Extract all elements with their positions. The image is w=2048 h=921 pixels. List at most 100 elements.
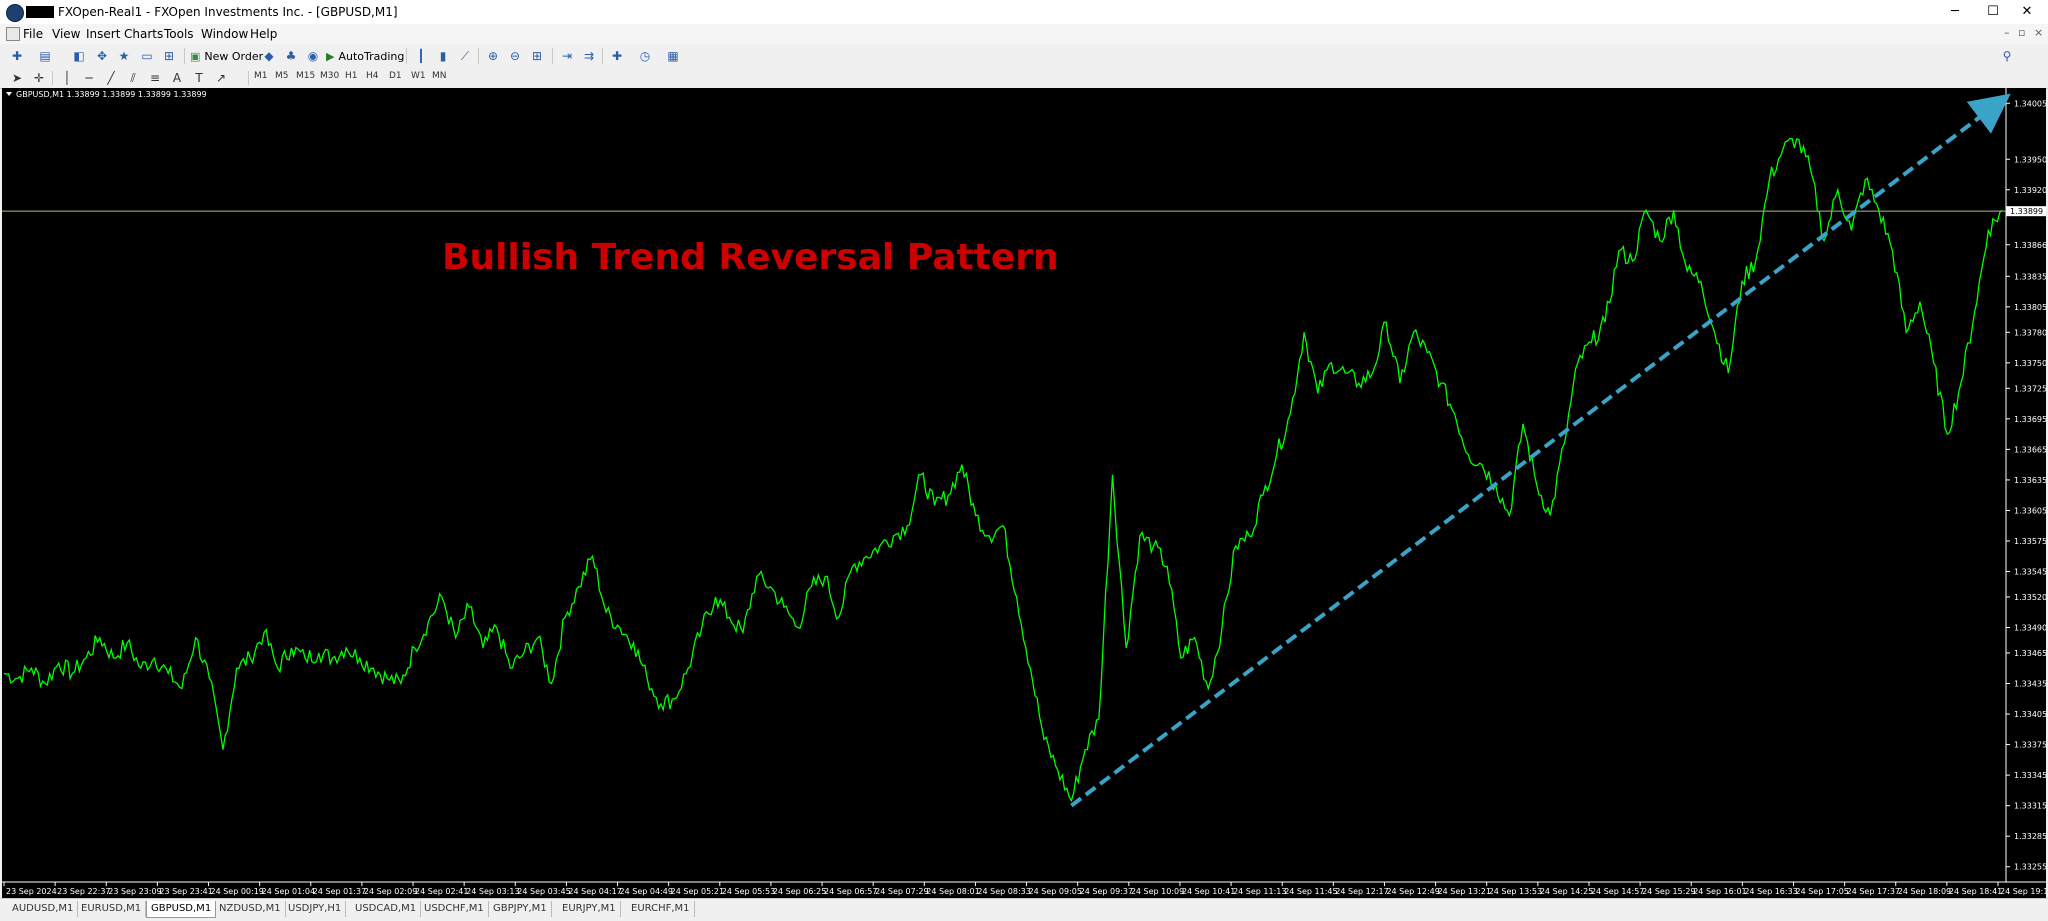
templates-icon[interactable]: ▦ — [664, 47, 682, 65]
x-tick-label: 24 Sep 14:57 — [1591, 887, 1644, 896]
menu-tools[interactable]: Tools — [164, 27, 194, 41]
chart-tab[interactable]: AUDUSD,M1 — [8, 901, 79, 917]
x-tick-label: 24 Sep 17:37 — [1847, 887, 1900, 896]
y-tick-label: 1.33490 — [2014, 624, 2046, 633]
timeframe-h1[interactable]: H1 — [345, 71, 358, 81]
mdi-restore-button[interactable]: ▫ — [2018, 26, 2025, 39]
autotrading-button[interactable]: ▶ AutoTrading — [326, 47, 404, 65]
x-tick-label: 24 Sep 10:41 — [1182, 887, 1235, 896]
new-order-button[interactable]: ▣ New Order — [190, 47, 263, 65]
text-label-icon[interactable]: T — [190, 69, 208, 87]
chart-tab[interactable]: EURCHF,M1 — [627, 901, 695, 917]
text-icon[interactable]: A — [168, 69, 186, 87]
x-tick-label: 24 Sep 08:33 — [977, 887, 1030, 896]
y-tick-label: 1.33345 — [2014, 771, 2046, 780]
mdi-close-button[interactable]: × — [2034, 26, 2043, 39]
menu-help[interactable]: Help — [250, 27, 277, 41]
crosshair-icon[interactable]: ✛ — [30, 69, 48, 87]
line-chart-icon[interactable]: ⟋ — [456, 47, 474, 65]
y-tick-label: 1.33285 — [2014, 832, 2046, 841]
metaeditor-icon[interactable]: ◆ — [260, 47, 278, 65]
terminal-icon[interactable]: ▭ — [138, 47, 156, 65]
market-icon[interactable]: ◉ — [304, 47, 322, 65]
app-icon — [6, 4, 24, 22]
bar-chart-icon[interactable]: ┃ — [412, 47, 430, 65]
timeframe-m1[interactable]: M1 — [254, 71, 268, 81]
chart-window-icon[interactable] — [6, 27, 20, 41]
close-button[interactable]: ✕ — [2004, 0, 2048, 24]
data-window-icon[interactable]: ✥ — [93, 47, 111, 65]
mdi-minimize-button[interactable]: – — [2004, 26, 2010, 39]
zoom-in-icon[interactable]: ⊕ — [484, 47, 502, 65]
chart-tab[interactable]: USDJPY,H1 — [284, 901, 347, 917]
x-tick-label: 24 Sep 00:19 — [211, 887, 264, 896]
new-chart-icon[interactable]: ✚ — [8, 47, 26, 65]
trendline-icon[interactable]: ╱ — [102, 69, 120, 87]
indicators-icon[interactable]: ✚ — [608, 47, 626, 65]
autotrading-label: AutoTrading — [338, 49, 405, 63]
signals-icon[interactable]: ♣ — [282, 47, 300, 65]
timeframe-h4[interactable]: H4 — [366, 71, 379, 81]
periods-icon[interactable]: ◷ — [636, 47, 654, 65]
chart-tab[interactable]: NZDUSD,M1 — [215, 901, 286, 917]
x-tick-label: 24 Sep 09:05 — [1029, 887, 1082, 896]
standard-toolbar: ✚ ▤ ◧ ✥ ★ ▭ ⊞ ▣ New Order ◆ ♣ ◉ ▶ AutoTr… — [0, 44, 2048, 107]
x-tick-label: 24 Sep 09:37 — [1080, 887, 1133, 896]
menu-charts[interactable]: Charts — [124, 27, 163, 41]
strategy-tester-icon[interactable]: ⊞ — [160, 47, 178, 65]
timeframe-d1[interactable]: D1 — [389, 71, 402, 81]
arrows-icon[interactable]: ↗ — [212, 69, 230, 87]
channel-icon[interactable]: ⫽ — [124, 69, 142, 87]
candlestick-icon[interactable]: ▮ — [434, 47, 452, 65]
search-icon[interactable]: ⚲ — [1998, 47, 2016, 65]
tile-windows-icon[interactable]: ⊞ — [528, 47, 546, 65]
zoom-out-icon[interactable]: ⊖ — [506, 47, 524, 65]
chart-shift-icon[interactable]: ⇥ — [558, 47, 576, 65]
menu-insert[interactable]: Insert — [86, 27, 120, 41]
chart-tab[interactable]: EURUSD,M1 — [77, 901, 147, 917]
x-tick-label: 23 Sep 23:09 — [108, 887, 161, 896]
new-order-icon: ▣ — [190, 49, 201, 63]
x-tick-label: 24 Sep 04:17 — [568, 887, 621, 896]
x-tick-label: 24 Sep 04:49 — [620, 887, 673, 896]
current-price-label: 1.33899 — [2010, 207, 2043, 216]
price-chart[interactable]: GBPUSD,M1 1.33899 1.33899 1.33899 1.3389… — [2, 88, 2048, 898]
cursor-icon[interactable]: ➤ — [8, 69, 26, 87]
y-tick-label: 1.33255 — [2014, 863, 2046, 872]
timeframe-w1[interactable]: W1 — [411, 71, 426, 81]
auto-scroll-icon[interactable]: ⇉ — [580, 47, 598, 65]
x-tick-label: 24 Sep 10:09 — [1131, 887, 1184, 896]
x-tick-label: 24 Sep 03:45 — [517, 887, 570, 896]
menu-view[interactable]: View — [52, 27, 80, 41]
x-tick-label: 24 Sep 16:01 — [1693, 887, 1746, 896]
y-tick-label: 1.33405 — [2014, 710, 2046, 719]
chart-window[interactable]: GBPUSD,M1 1.33899 1.33899 1.33899 1.3389… — [2, 88, 2048, 898]
x-tick-label: 24 Sep 18:41 — [1949, 887, 2002, 896]
chart-tab[interactable]: USDCAD,M1 — [351, 901, 422, 917]
chart-tabs: AUDUSD,M1 EURUSD,M1 GBPUSD,M1 NZDUSD,M1 USDJ… — [0, 898, 2048, 921]
fibonacci-icon[interactable]: ≡ — [146, 69, 164, 87]
y-tick-label: 1.33695 — [2014, 415, 2046, 424]
menu-file[interactable]: File — [23, 27, 43, 41]
y-tick-label: 1.33665 — [2014, 445, 2046, 454]
chart-tab[interactable]: USDCHF,M1 — [420, 901, 489, 917]
redacted-account — [26, 6, 54, 18]
chart-tab[interactable]: EURJPY,M1 — [558, 901, 621, 917]
y-tick-label: 1.33375 — [2014, 741, 2046, 750]
timeframe-mn[interactable]: MN — [432, 71, 447, 81]
x-tick-label: 24 Sep 05:21 — [671, 887, 724, 896]
timeframe-m5[interactable]: M5 — [275, 71, 289, 81]
vertical-line-icon[interactable]: │ — [58, 69, 76, 87]
horizontal-line-icon[interactable]: ─ — [80, 69, 98, 87]
timeframe-m15[interactable]: M15 — [296, 71, 315, 81]
chart-tab[interactable]: GBPJPY,M1 — [489, 901, 552, 917]
chart-tab[interactable]: GBPUSD,M1 — [146, 901, 217, 918]
x-tick-label: 24 Sep 12:49 — [1386, 887, 1439, 896]
market-watch-icon[interactable]: ◧ — [70, 47, 88, 65]
profiles-icon[interactable]: ▤ — [36, 47, 54, 65]
navigator-icon[interactable]: ★ — [115, 47, 133, 65]
autotrading-icon: ▶ — [326, 49, 335, 63]
menu-window[interactable]: Window — [201, 27, 248, 41]
y-tick-label: 1.33805 — [2014, 303, 2046, 312]
timeframe-m30[interactable]: M30 — [320, 71, 339, 81]
